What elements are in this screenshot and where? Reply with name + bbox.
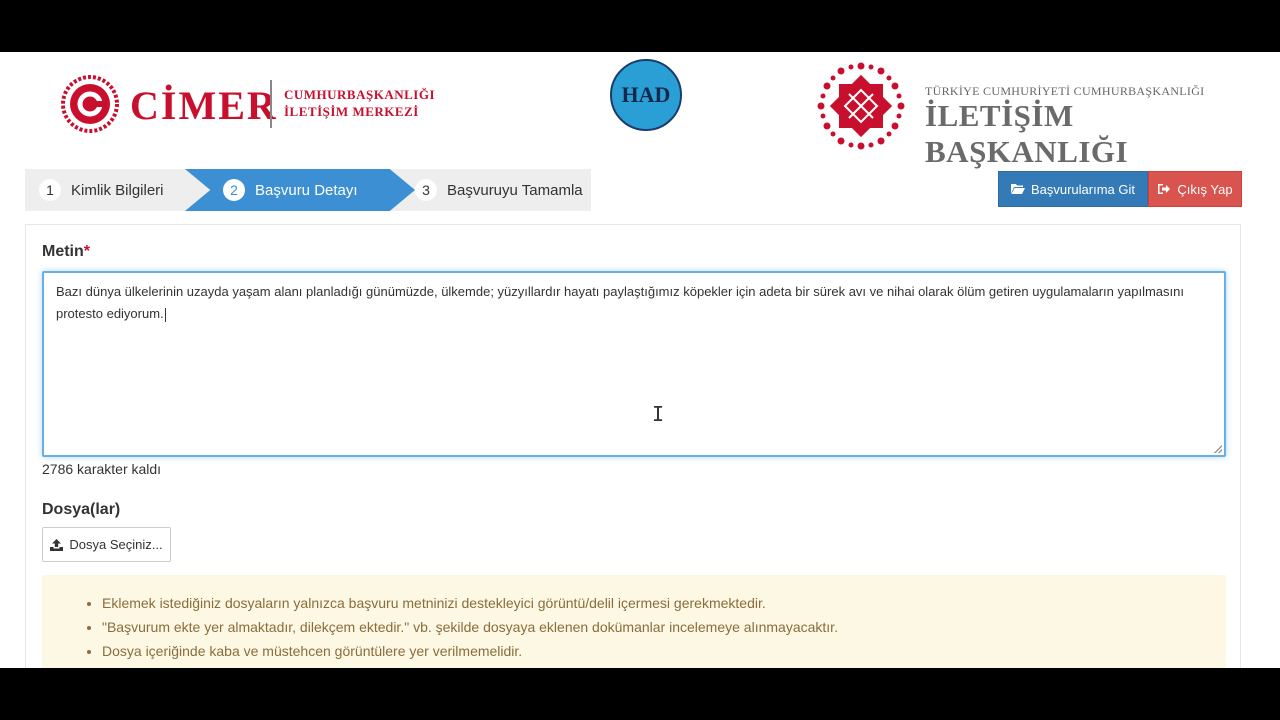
wizard-step-detay[interactable]: 2 Başvuru Detayı — [185, 169, 415, 211]
choose-file-button[interactable]: Dosya Seçiniz... — [42, 527, 171, 562]
step-number: 3 — [415, 179, 437, 201]
cimer-emblem-icon — [61, 75, 119, 133]
step-label: Başvuruyu Tamamla — [447, 181, 583, 199]
info-item: Dosya içeriğinde kaba ve müstehcen görün… — [102, 639, 1226, 663]
info-list: Eklemek istediğiniz dosyaların yalnızca … — [86, 591, 1226, 663]
cimer-subtitle: CUMHURBAŞKANLIĞI İLETİŞİM MERKEZİ — [284, 86, 435, 120]
application-form-panel: Metin* Bazı dünya ülkelerinin uzayda yaş… — [25, 224, 1241, 668]
my-applications-button[interactable]: Başvurularıma Git — [998, 171, 1148, 207]
page: CİMER CUMHURBAŞKANLIĞI İLETİŞİM MERKEZİ … — [0, 52, 1280, 668]
step-label: Başvuru Detayı — [255, 181, 358, 199]
info-item: Eklemek istediğiniz dosyaların yalnızca … — [102, 591, 1226, 615]
sign-out-icon — [1158, 184, 1171, 194]
characters-remaining: 2786 karakter kaldı — [42, 461, 162, 477]
iletisim-main-title: İLETİŞİM BAŞKANLIĞI — [925, 98, 1129, 169]
required-mark: * — [83, 243, 91, 260]
cimer-subtitle-line1: CUMHURBAŞKANLIĞI — [284, 87, 436, 102]
iletisim-top-line: TÜRKİYE CUMHURİYETİ CUMHURBAŞKANLIĞI — [925, 84, 1205, 98]
step-label: Kimlik Bilgileri — [71, 181, 164, 199]
metin-textarea[interactable]: Bazı dünya ülkelerinin uzayda yaşam alan… — [42, 271, 1226, 457]
wizard-step-kimlik[interactable]: 1 Kimlik Bilgileri — [25, 169, 210, 211]
metin-text: Bazı dünya ülkelerinin uzayda yaşam alan… — [56, 284, 1184, 321]
wizard-steps: 1 Kimlik Bilgileri 3 Başvuruyu Tamamla 2… — [25, 169, 591, 211]
cimer-title: CİMER — [130, 83, 278, 128]
had-logo: HAD — [610, 59, 682, 131]
folder-open-icon — [1010, 184, 1025, 194]
my-applications-label: Başvurularıma Git — [1030, 181, 1136, 197]
step-number: 1 — [39, 179, 61, 201]
upload-icon — [50, 538, 64, 551]
step-number: 2 — [223, 179, 245, 201]
file-info-box: Eklemek istediğiniz dosyaların yalnızca … — [42, 575, 1226, 668]
cimer-logo[interactable]: CİMER CUMHURBAŞKANLIĞI İLETİŞİM MERKEZİ — [60, 72, 460, 138]
info-item: "Başvurum ekte yer almaktadır, dilekçem … — [102, 615, 1226, 639]
metin-label: Metin* — [42, 243, 90, 261]
cimer-subtitle-line2: İLETİŞİM MERKEZİ — [284, 104, 419, 119]
iletisim-emblem-icon — [817, 62, 905, 150]
logo-divider — [270, 80, 272, 128]
had-logo-text: HAD — [621, 82, 671, 107]
choose-file-label: Dosya Seçiniz... — [69, 537, 163, 552]
metin-label-text: Metin — [42, 243, 84, 260]
logout-button[interactable]: Çıkış Yap — [1148, 171, 1242, 207]
header: CİMER CUMHURBAŞKANLIĞI İLETİŞİM MERKEZİ … — [0, 52, 1280, 169]
resize-handle-icon[interactable] — [1214, 445, 1222, 453]
files-label: Dosya(lar) — [42, 501, 121, 518]
text-caret — [164, 307, 166, 322]
mouse-ibeam-cursor-icon: I — [652, 402, 665, 426]
iletisim-baskanligi-logo: TÜRKİYE CUMHURİYETİ CUMHURBAŞKANLIĞI İLE… — [815, 60, 1255, 169]
logout-label: Çıkış Yap — [1177, 181, 1233, 197]
